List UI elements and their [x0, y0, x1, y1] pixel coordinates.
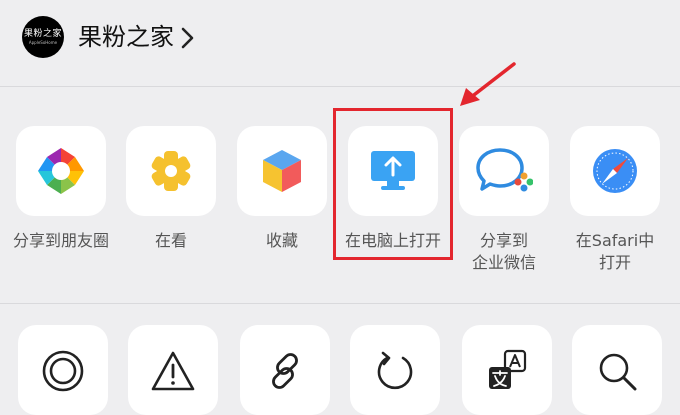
copy-link-button[interactable]	[240, 325, 330, 415]
separator	[0, 303, 680, 304]
favorites-cube-icon	[263, 150, 301, 192]
search-icon	[599, 353, 637, 391]
translate-button[interactable]	[462, 325, 552, 415]
refresh-button[interactable]	[350, 325, 440, 415]
translate-icon	[489, 349, 527, 389]
refresh-icon	[377, 351, 413, 390]
wecom-chat-icon	[476, 148, 533, 192]
floating-window-button[interactable]	[18, 325, 108, 415]
account-title[interactable]: 果粉之家	[78, 20, 174, 54]
open-in-safari-label: 在Safari中 打开	[550, 230, 680, 274]
report-button[interactable]	[128, 325, 218, 415]
favorites-button[interactable]	[237, 126, 327, 216]
annotation-arrow-icon	[460, 62, 516, 106]
warning-triangle-icon	[151, 351, 195, 391]
share-moments-button[interactable]	[16, 126, 106, 216]
open-in-safari-label-line1: 在Safari中	[575, 231, 655, 250]
wow-star-icon	[151, 151, 191, 191]
share-wecom-button[interactable]	[459, 126, 549, 216]
open-in-safari-button[interactable]	[570, 126, 660, 216]
link-icon	[272, 353, 298, 389]
floating-window-icon	[42, 350, 84, 392]
avatar-text: 果粉之家	[23, 28, 62, 39]
photo-aperture-icon	[38, 148, 84, 194]
search-page-button[interactable]	[572, 325, 662, 415]
avatar-subtext: AppleSoHome	[28, 39, 58, 45]
highlight-box	[333, 108, 453, 260]
wow-button[interactable]	[126, 126, 216, 216]
separator	[0, 86, 680, 87]
safari-compass-icon	[593, 149, 637, 193]
account-avatar: 果粉之家 AppleSoHome	[22, 16, 64, 58]
share-sheet-header[interactable]: 果粉之家 AppleSoHome 果粉之家	[0, 0, 680, 80]
chevron-right-icon[interactable]	[180, 27, 196, 49]
open-in-safari-label-line2: 打开	[598, 253, 631, 272]
